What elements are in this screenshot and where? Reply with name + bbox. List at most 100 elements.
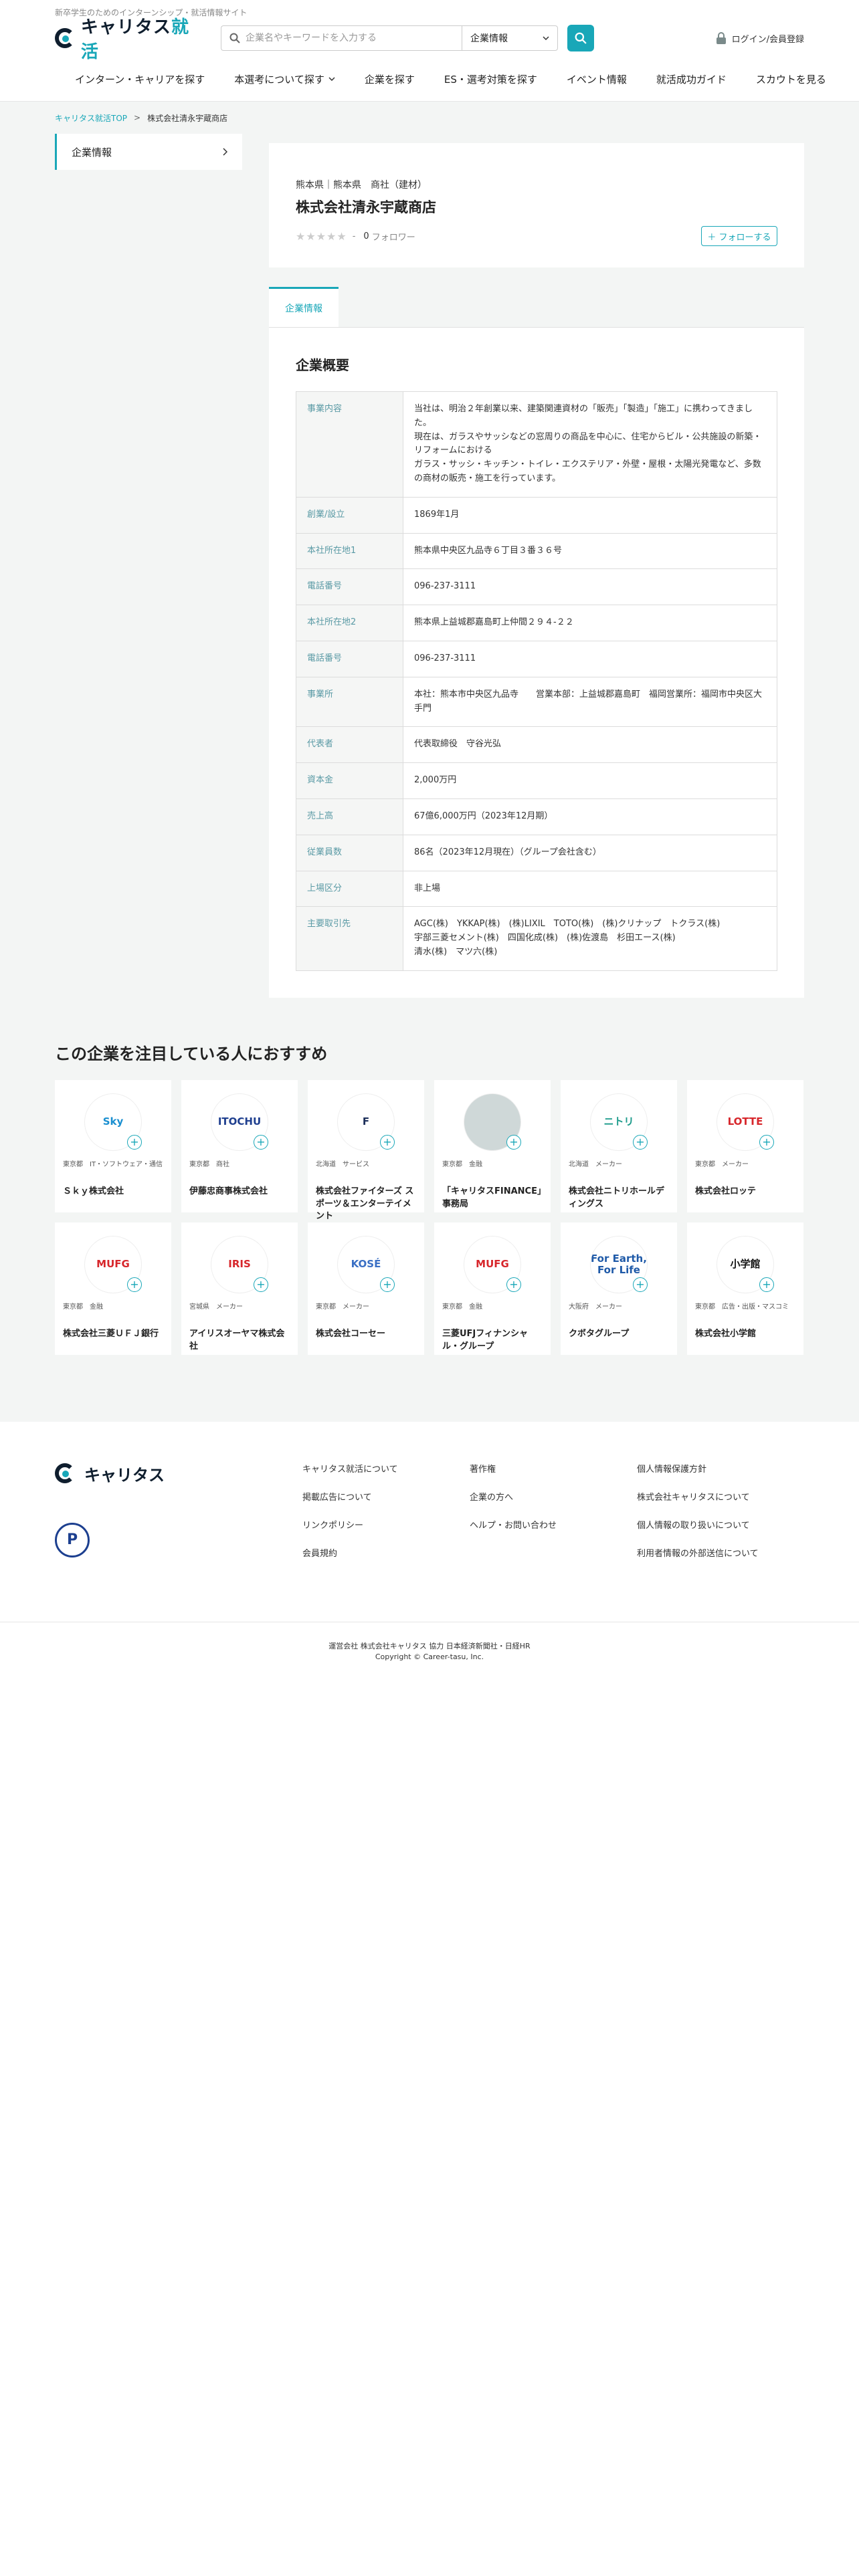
follow-plus-icon[interactable]: + bbox=[380, 1134, 395, 1150]
company-meta: 北海道 メーカー bbox=[569, 1160, 622, 1168]
footer-link[interactable]: 掲載広告について bbox=[302, 1490, 470, 1503]
logo-mark-icon bbox=[55, 27, 77, 49]
follow-plus-icon[interactable]: + bbox=[127, 1277, 142, 1292]
follow-plus-icon[interactable]: + bbox=[506, 1134, 521, 1150]
search-icon bbox=[575, 32, 587, 44]
nav-item-scout[interactable]: スカウトを見る bbox=[756, 72, 826, 86]
company-card-name: 株式会社コーセー bbox=[316, 1328, 386, 1339]
chevron-right-icon bbox=[223, 148, 227, 156]
follow-plus-icon[interactable]: + bbox=[127, 1134, 142, 1150]
overview-value: 当社は、明治２年創業以来、建築関連資材の「販売」「製造」「施工」に携わってきまし… bbox=[403, 391, 777, 498]
nav-item-es[interactable]: ES・選考対策を探す bbox=[444, 72, 537, 86]
nav-item-guide[interactable]: 就活成功ガイド bbox=[656, 72, 727, 86]
company-card[interactable]: F + 北海道 サービス 株式会社ファイターズ スポーツ＆エンターテイメント bbox=[308, 1079, 424, 1221]
follow-plus-icon[interactable]: + bbox=[254, 1277, 268, 1292]
company-card[interactable]: IRIS + 宮城県 メーカー アイリスオーヤマ株式会社 bbox=[181, 1222, 298, 1355]
footer-link[interactable]: 利用者情報の外部送信について bbox=[637, 1546, 804, 1559]
privacy-mark-icon[interactable]: P bbox=[55, 1522, 90, 1558]
company-card[interactable]: Sky + 東京都 IT・ソフトウェア・通信 Ｓｋｙ株式会社 bbox=[55, 1079, 171, 1212]
overview-row: 資本金 2,000万円 bbox=[296, 762, 777, 799]
company-location: 熊本県｜熊本県 商社（建材） bbox=[296, 180, 427, 191]
nav-item-internship[interactable]: インターン・キャリアを探す bbox=[75, 72, 205, 86]
footer-link[interactable]: 株式会社キャリタスについて bbox=[637, 1490, 804, 1503]
overview-value: 熊本県中央区九品寺６丁目３番３６号 bbox=[403, 532, 777, 570]
company-card[interactable]: MUFG + 東京都 金融 株式会社三菱ＵＦＪ銀行 bbox=[55, 1222, 171, 1355]
company-card[interactable]: ITOCHU + 東京都 商社 伊藤忠商事株式会社 bbox=[181, 1079, 298, 1212]
rating-value: - bbox=[352, 231, 356, 241]
overview-value-line: 熊本県中央区九品寺６丁目３番３６号 bbox=[414, 545, 563, 556]
overview-table: 事業内容 当社は、明治２年創業以来、建築関連資材の「販売」「製造」「施工」に携わっ… bbox=[296, 391, 777, 971]
footer-link[interactable]: リンクポリシー bbox=[302, 1518, 470, 1531]
search-category-select[interactable]: 企業情報 bbox=[462, 25, 558, 51]
overview-value: 2,000万円 bbox=[403, 762, 777, 799]
search-field[interactable] bbox=[221, 25, 462, 51]
overview-key: 電話番号 bbox=[296, 568, 403, 606]
follow-plus-icon[interactable]: + bbox=[759, 1134, 774, 1150]
overview-value: 非上場 bbox=[403, 870, 777, 907]
follow-button[interactable]: ＋ フォローする bbox=[701, 226, 777, 246]
follow-plus-icon[interactable]: + bbox=[506, 1277, 521, 1292]
overview-key: 事業内容 bbox=[296, 391, 403, 498]
footer-link[interactable]: キャリタス就活について bbox=[302, 1462, 470, 1475]
footer-logo[interactable]: キャリタス bbox=[55, 1462, 302, 1485]
site-header: 新卒学生のためのインターンシップ・就活情報サイト キャリタス就活 企業情報 bbox=[0, 0, 859, 102]
company-card-name: 「キャリタスFINANCE」事務局 bbox=[442, 1186, 542, 1209]
login-link[interactable]: ログイン/会員登録 bbox=[716, 32, 804, 45]
overview-value-line: 清水(株) マツ六(株) bbox=[414, 946, 498, 957]
overview-value-line: 096-237-3111 bbox=[414, 581, 476, 592]
company-card[interactable]: + 東京都 金融「キャリタスFINANCE」事務局 bbox=[434, 1079, 551, 1212]
overview-row: 本社所在地1 熊本県中央区九品寺６丁目３番３６号 bbox=[296, 532, 777, 570]
overview-value: 67億6,000万円（2023年12月期） bbox=[403, 798, 777, 835]
overview-value-line: 熊本県上益城郡嘉島町上仲間２９４-２２ bbox=[414, 617, 574, 628]
company-card-name: クボタグループ bbox=[569, 1328, 630, 1339]
sidebar-item-company-info[interactable]: 企業情報 bbox=[55, 134, 242, 170]
company-card[interactable]: LOTTE + 東京都 メーカー 株式会社ロッテ bbox=[687, 1079, 803, 1212]
nav-item-selection[interactable]: 本選考について探す bbox=[234, 72, 335, 86]
company-meta: 東京都 メーカー bbox=[695, 1160, 749, 1168]
company-card[interactable]: For Earth, For Life + 大阪府 メーカー クボタグループ bbox=[561, 1222, 677, 1355]
footer-link[interactable]: 企業の方へ bbox=[470, 1490, 637, 1503]
overview-value-line: 2,000万円 bbox=[414, 775, 457, 786]
breadcrumb-home-link[interactable]: キャリタス就活TOP bbox=[55, 112, 127, 124]
overview-key: 従業員数 bbox=[296, 834, 403, 871]
follow-plus-icon[interactable]: + bbox=[254, 1134, 268, 1150]
overview-value: AGC(株) YKKAP(株) (株)LIXIL TOTO(株) (株)クリナッ… bbox=[403, 906, 777, 971]
footer-link[interactable]: 著作権 bbox=[470, 1462, 637, 1475]
footer-logo-text: キャリタス bbox=[84, 1465, 165, 1485]
nav-item-events[interactable]: イベント情報 bbox=[567, 72, 627, 86]
company-meta: 東京都 広告・出版・マスコミ bbox=[695, 1303, 789, 1311]
overview-value-line: AGC(株) YKKAP(株) (株)LIXIL TOTO(株) (株)クリナッ… bbox=[414, 919, 721, 930]
footer-link[interactable]: ヘルプ・お問い合わせ bbox=[470, 1518, 637, 1531]
footer-link[interactable]: 個人情報の取り扱いについて bbox=[637, 1518, 804, 1531]
company-card[interactable]: 小学館 + 東京都 広告・出版・マスコミ 株式会社小学館 bbox=[687, 1222, 803, 1355]
overview-key: 本社所在地2 bbox=[296, 605, 403, 641]
follow-plus-icon[interactable]: + bbox=[633, 1277, 648, 1292]
company-meta: 東京都 金融 bbox=[442, 1160, 482, 1168]
footer-link[interactable]: 会員規約 bbox=[302, 1546, 470, 1559]
company-card-name: 株式会社ロッテ bbox=[695, 1186, 757, 1196]
tab-company-info[interactable]: 企業情報 bbox=[269, 287, 339, 327]
follower-label: フォロワー bbox=[371, 232, 415, 243]
overview-value-line: 宇部三菱セメント(株) 四国化成(株) (株)佐渡島 杉田エース(株) bbox=[414, 933, 676, 944]
overview-value-line: 本社：熊本市中央区九品寺 営業本部：上益城郡嘉島町 福岡営業所：福岡市中央区大手… bbox=[414, 689, 763, 714]
follow-plus-icon[interactable]: + bbox=[633, 1134, 648, 1150]
footer-link[interactable]: 個人情報保護方針 bbox=[637, 1462, 804, 1475]
lock-icon bbox=[716, 32, 726, 44]
search-button[interactable] bbox=[567, 25, 594, 51]
overview-value: 熊本県上益城郡嘉島町上仲間２９４-２２ bbox=[403, 605, 777, 641]
follow-plus-icon[interactable]: + bbox=[380, 1277, 395, 1292]
company-card-name: 三菱UFJフィナンシャル・グループ bbox=[442, 1328, 529, 1352]
company-card[interactable]: KOSÉ + 東京都 メーカー 株式会社コーセー bbox=[308, 1222, 424, 1355]
nav-item-companies[interactable]: 企業を探す bbox=[365, 72, 415, 86]
recommend-section: この企業を注目している人におすすめ Sky + 東京都 IT・ソフトウェア・通信 Ｓｋ… bbox=[55, 1041, 804, 1355]
company-card[interactable]: MUFG + 東京都 金融 三菱UFJフィナンシャル・グループ bbox=[434, 1222, 551, 1355]
overview-value-line: 1869年1月 bbox=[414, 509, 460, 520]
tab-bar: 企業情報 bbox=[269, 287, 804, 328]
company-header-card: 熊本県｜熊本県 商社（建材） 株式会社清永宇蔵商店 ★★★★★ - 0 フォロワ… bbox=[269, 143, 804, 267]
search-input[interactable] bbox=[246, 33, 446, 43]
company-card[interactable]: ニトリ + 北海道 メーカー 株式会社ニトリホールディングス bbox=[561, 1079, 677, 1212]
sidebar: 企業情報 bbox=[55, 134, 242, 170]
follow-plus-icon[interactable]: + bbox=[759, 1277, 774, 1292]
site-logo[interactable]: キャリタス就活 bbox=[55, 17, 203, 62]
copyright-text: Copyright © Career-tasu, Inc. bbox=[375, 1652, 484, 1662]
